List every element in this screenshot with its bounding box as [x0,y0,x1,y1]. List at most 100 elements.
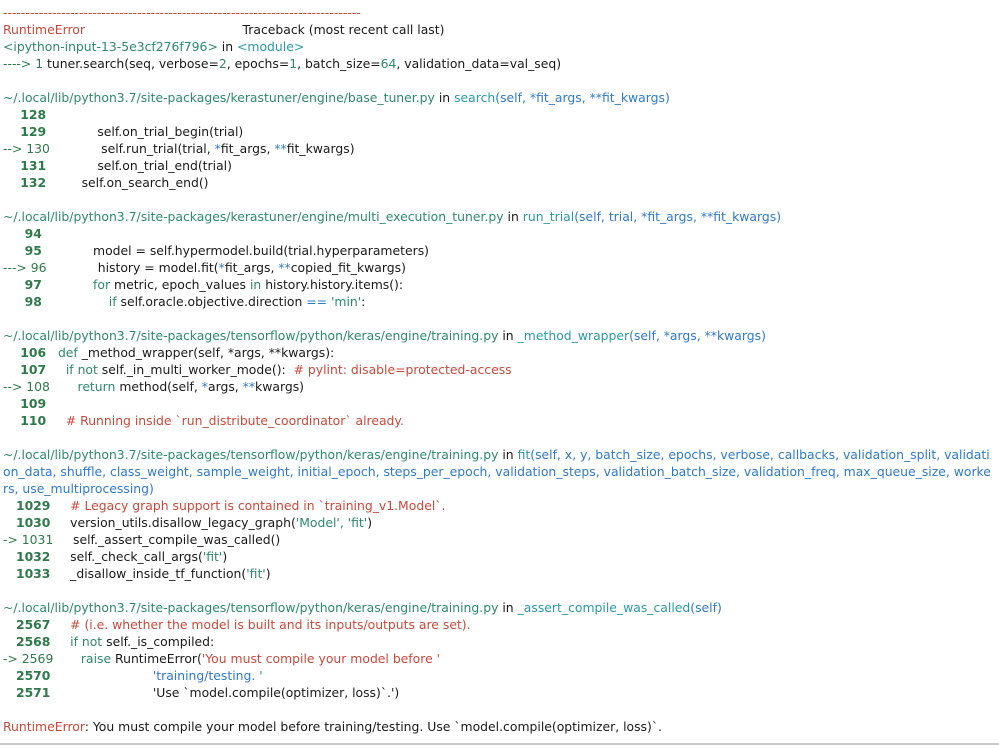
code-line: 129 self.on_trial_begin(trial) [3,123,999,140]
signature: (self, trial, [574,209,642,224]
signature: fit_args, [647,209,701,224]
frame-header: ~/.local/lib/python3.7/site-packages/ker… [3,89,999,106]
code: ) [265,566,271,581]
line-number: 107 [3,362,47,377]
line-number: 109 [3,396,47,411]
code: RuntimeError( [111,651,202,666]
line-number: 106 [3,345,47,360]
traceback-header: RuntimeError Traceback (most recent call… [3,21,999,38]
code: history.history.items(): [261,277,404,292]
module-name: <module> [237,39,305,54]
number-literal: 1 [289,56,298,71]
keyword: not [77,634,103,649]
string-literal: 'training/testing. ' [152,668,263,683]
code: self._assert_compile_was_called() [53,532,281,547]
file-path: ~/.local/lib/python3.7/site-packages/ker… [3,209,504,224]
code: fit_args, [224,260,279,275]
current-line-arrow: --> 130 [3,141,50,156]
current-line-arrow: --> 108 [3,379,50,394]
file-path: ~/.local/lib/python3.7/site-packages/ten… [3,328,499,343]
code: , epochs= [226,56,290,71]
code: , batch_size= [297,56,381,71]
current-line-arrow: ---> 96 [3,260,47,275]
line-number: 2567 [3,617,51,632]
code-line: 1033 _disallow_inside_tf_function('fit') [3,565,999,582]
line-number: 2570 [3,668,51,683]
code: , validation_data=val_seq) [396,56,562,71]
line-number: 132 [3,175,47,190]
file-path: ~/.local/lib/python3.7/site-packages/ker… [3,90,435,105]
code: version_utils.disallow_legacy_graph( [50,515,296,530]
signature: ** [589,90,602,105]
code-line: 94 [3,225,999,242]
keyword: raise [53,651,112,666]
code-line: 2570 'training/testing. ' [3,667,999,684]
file-path: ~/.local/lib/python3.7/site-packages/ten… [3,600,499,615]
frame-header: ~/.local/lib/python3.7/site-packages/ker… [3,208,999,225]
keyword: return [49,379,116,394]
separator-dashes: ----------------------------------------… [3,5,361,20]
signature: (self) [690,600,722,615]
frame-header: ~/.local/lib/python3.7/site-packages/ten… [3,446,995,497]
string-literal: 'You must compile your model before ' [201,651,441,666]
input-ref: <ipython-input-13-5e3cf276f796> [3,39,218,54]
code-line: 110 # Running inside `run_distribute_coo… [3,412,999,429]
exception-type: RuntimeError [3,22,85,37]
operator: ** [274,141,287,156]
keyword: in [249,277,262,292]
code: metric, epoch_values [110,277,250,292]
code: ) [367,515,373,530]
function-name: _method_wrapper [517,328,630,343]
signature: (self, [629,328,664,343]
line-number: 94 [3,226,42,241]
code-line: 2568 if not self._is_compiled: [3,633,999,650]
line-number: 1033 [3,566,51,581]
code: self.on_trial_begin(trial) [46,124,244,139]
number-literal: 64 [380,56,397,71]
function-name: search [454,90,496,105]
exception-type: RuntimeError [3,719,85,734]
in-word: in [503,209,523,224]
current-code-line: ---> 96 history = model.fit(*fit_args, *… [3,259,999,276]
in-word: in [498,600,518,615]
signature: kwargs) [716,328,766,343]
code: fit_args, [220,141,275,156]
line-number: 110 [3,413,47,428]
code: self.oracle.objective.direction [116,294,307,309]
line-number: 129 [3,124,47,139]
current-line-arrow: -> 1031 [3,532,54,547]
signature: fit_args, [536,90,590,105]
code-line: 1030 version_utils.disallow_legacy_graph… [3,514,999,531]
code-line: 132 self.on_search_end() [3,174,999,191]
code-line: 1032 self._check_call_args('fit') [3,548,999,565]
error-message: : You must compile your model before tra… [84,719,662,734]
final-error-message: RuntimeError: You must compile your mode… [3,718,999,735]
current-line-arrow: ----> 1 [3,56,48,71]
string-literal: 'fit' [202,549,223,564]
keyword: not [73,362,98,377]
code-line: 107 if not self._in_multi_worker_mode():… [3,361,999,378]
code: self.on_search_end() [46,175,209,190]
line-number: 2568 [3,634,51,649]
traceback-output: ----------------------------------------… [3,4,999,735]
keyword: if [50,634,78,649]
output-bottom-border [0,743,999,745]
function-name: _assert_compile_was_called [517,600,691,615]
code-line: 95 model = self.hypermodel.build(trial.h… [3,242,999,259]
string-literal: 'fit' [246,566,266,581]
operator: ** [278,260,291,275]
number-literal: 2 [218,56,227,71]
code-line: 2567 # (i.e. whether the model is built … [3,616,999,633]
in-word: in [498,447,518,462]
comment: # (i.e. whether the model is built and i… [50,617,471,632]
code-line: 128 [3,106,999,123]
code: self.run_trial(trial, [49,141,215,156]
